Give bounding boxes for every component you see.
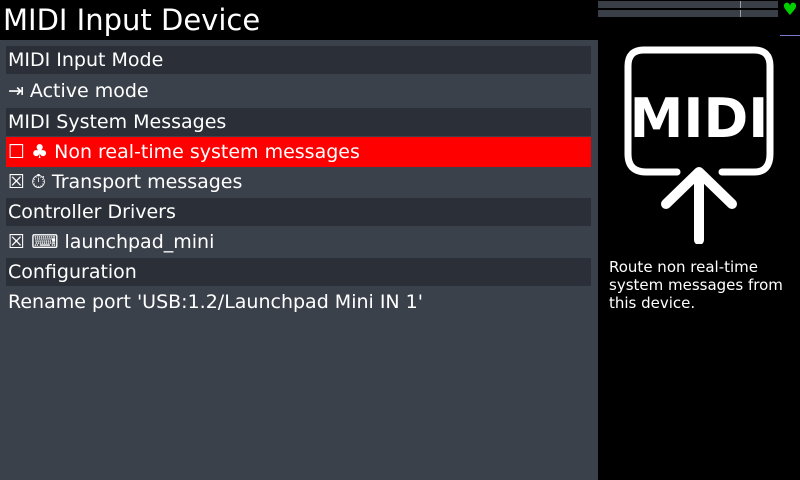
list-item-non-real-time-messages[interactable]: ☐ ♣ Non real-time system messages: [6, 137, 591, 167]
midi-input-arrow-icon: MIDI: [624, 46, 774, 244]
section-header-midi-input-mode: MIDI Input Mode: [6, 46, 591, 74]
section-header-controller-drivers: Controller Drivers: [6, 198, 591, 226]
arrow-to-bar-icon: ⇥: [8, 80, 24, 102]
page-title: MIDI Input Device: [3, 3, 261, 37]
status-indicator: [780, 35, 800, 36]
list-item-active-mode[interactable]: ⇥ Active mode: [6, 76, 591, 106]
meter-peak-marker: [740, 1, 741, 8]
checkbox-unchecked-icon: ☐ ♣: [8, 141, 49, 163]
audio-level-meter-left: [598, 1, 778, 8]
section-header-label: Controller Drivers: [8, 201, 176, 223]
section-header-midi-system-messages: MIDI System Messages: [6, 108, 591, 136]
checkbox-checked-icon: ☒ ⏱: [8, 171, 46, 193]
audio-level-meter-right: [598, 10, 778, 17]
section-header-configuration: Configuration: [6, 258, 591, 286]
info-panel: MIDI Route non real-time system messages…: [598, 40, 800, 480]
options-list: MIDI Input Mode ⇥ Active mode MIDI System…: [0, 40, 598, 480]
list-item-label: Transport messages: [51, 171, 243, 193]
list-item-launchpad-mini[interactable]: ☒ ⌨ launchpad_mini: [6, 227, 591, 257]
list-item-label: Non real-time system messages: [54, 141, 360, 163]
list-item-label: launchpad_mini: [64, 231, 215, 253]
section-header-label: Configuration: [8, 261, 137, 283]
list-item-rename-port[interactable]: Rename port 'USB:1.2/Launchpad Mini IN 1…: [6, 287, 591, 317]
heart-icon: ♥: [782, 0, 798, 20]
midi-logo-text: MIDI: [630, 87, 769, 150]
app-window: MIDI Input Device ♥ MIDI Input Mode ⇥ Act…: [0, 0, 800, 480]
meter-peak-marker: [740, 10, 741, 17]
help-text: Route non real-time system messages from…: [609, 258, 783, 312]
section-header-label: MIDI System Messages: [8, 111, 227, 133]
section-header-label: MIDI Input Mode: [8, 49, 164, 71]
list-item-label: Active mode: [29, 80, 149, 102]
title-bar: MIDI Input Device: [0, 0, 598, 40]
keyboard-icon: ☒ ⌨: [8, 231, 59, 253]
list-item-label: Rename port 'USB:1.2/Launchpad Mini IN 1…: [8, 291, 423, 313]
list-item-transport-messages[interactable]: ☒ ⏱ Transport messages: [6, 167, 591, 197]
